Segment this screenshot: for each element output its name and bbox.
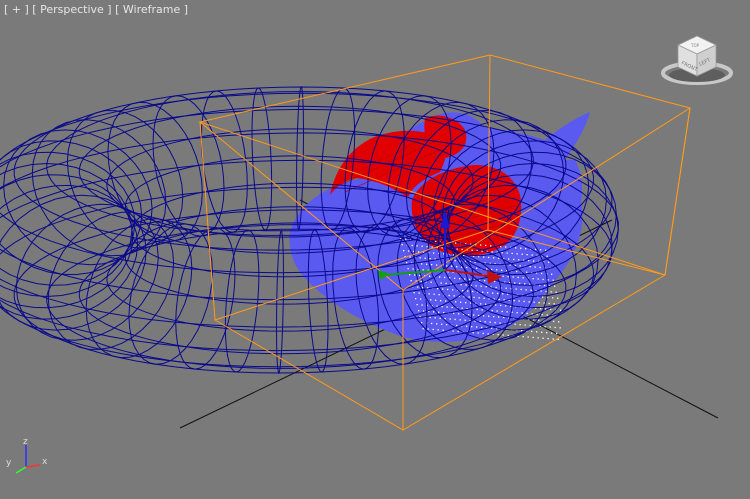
axis-y-line xyxy=(15,466,27,474)
perspective-viewport[interactable]: [ + ] [ Perspective ] [ Wireframe ] FRON… xyxy=(0,0,750,499)
viewcube-top-label: TOP xyxy=(690,43,700,48)
axis-z-label: z xyxy=(23,437,28,447)
axis-x-label: x xyxy=(42,457,48,467)
viewport-label[interactable]: [ + ] [ Perspective ] [ Wireframe ] xyxy=(4,3,188,16)
viewport-menu-button[interactable]: [ + ] xyxy=(4,3,29,16)
shading-mode-button[interactable]: [ Wireframe ] xyxy=(115,3,188,16)
axis-tripod: z x y xyxy=(6,437,48,474)
scene-canvas[interactable] xyxy=(0,0,750,499)
viewcube[interactable]: FRONT LEFT TOP xyxy=(658,30,736,92)
axis-y-label: y xyxy=(6,458,12,468)
view-name-button[interactable]: [ Perspective ] xyxy=(32,3,111,16)
axis-x-line xyxy=(25,464,41,468)
